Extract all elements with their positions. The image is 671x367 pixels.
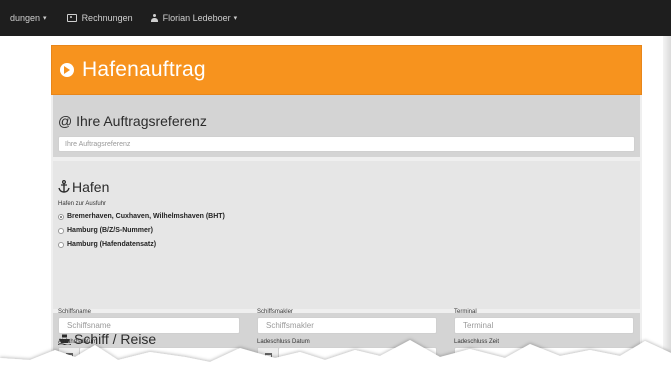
- page-shadow: [663, 36, 671, 367]
- abfahrtsdatum-label: Abfahrtsdatum: [58, 339, 98, 345]
- section-title-text: Hafen: [72, 179, 110, 195]
- anchor-icon: [58, 180, 70, 193]
- nav-item-label: Rechnungen: [81, 13, 133, 23]
- radio-button[interactable]: [58, 227, 64, 234]
- radio-option-hamburg-bzs[interactable]: Hamburg (B/Z/S-Nummer): [58, 227, 153, 234]
- chevron-down-icon: ▾: [233, 15, 238, 22]
- hafen-section: Hafen Hafen zur Ausfuhr Bremerhaven, Cux…: [53, 161, 640, 309]
- radio-option-bht[interactable]: Bremerhaven, Cuxhaven, Wilhelmshaven (BH…: [58, 213, 225, 220]
- page-title: Hafenauftrag: [82, 58, 206, 81]
- user-icon: [150, 14, 158, 22]
- calendar-addon[interactable]: [58, 347, 80, 364]
- arrow-circle-right-icon: [60, 63, 74, 77]
- radio-label: Bremerhaven, Cuxhaven, Wilhelmshaven (BH…: [67, 213, 225, 220]
- terminal-label: Terminal: [454, 309, 477, 315]
- ladeschluss-zeit-label: Ladeschluss Zeit: [454, 339, 500, 345]
- nav-item-user-menu[interactable]: Florian Ledeboer ▾: [150, 13, 238, 23]
- panel-header: Hafenauftrag: [51, 45, 642, 95]
- reference-input[interactable]: Ihre Auftragsreferenz: [58, 136, 635, 152]
- credit-card-icon: [66, 14, 77, 22]
- hafen-sublabel: Hafen zur Ausfuhr: [58, 201, 107, 207]
- section-title: Hafen: [58, 179, 109, 195]
- ladeschluss-datum-input[interactable]: [278, 347, 437, 364]
- radio-option-hamburg-hafendatensatz[interactable]: Hamburg (Hafendatensatz): [58, 241, 156, 248]
- nav-item-sendungen[interactable]: dungen ▾: [10, 13, 47, 23]
- calendar-icon: [264, 352, 272, 359]
- reference-section: @ Ihre Auftragsreferenz Ihre Auftragsref…: [53, 95, 640, 157]
- schiffsmakler-input[interactable]: Schiffsmakler: [257, 317, 437, 334]
- schiffsmakler-label: Schiffsmakler: [257, 309, 293, 315]
- radio-label: Hamburg (Hafendatensatz): [67, 241, 157, 248]
- nav-item-rechnungen[interactable]: Rechnungen: [66, 13, 133, 23]
- nav-item-label: dungen: [10, 13, 41, 23]
- schiffsname-input[interactable]: Schiffsname: [58, 317, 240, 334]
- nav-item-label: Florian Ledeboer: [162, 13, 231, 23]
- section-title: @ Ihre Auftragsreferenz: [58, 113, 207, 129]
- schiffsname-label: Schiffsname: [58, 309, 91, 315]
- chevron-down-icon: ▾: [43, 15, 47, 22]
- calendar-addon[interactable]: [257, 347, 279, 364]
- calendar-icon: [65, 352, 73, 359]
- abfahrtsdatum-input[interactable]: [79, 347, 240, 364]
- time-value: 0:00: [463, 352, 477, 359]
- radio-label: Hamburg (B/Z/S-Nummer): [67, 227, 153, 234]
- top-navbar: dungen ▾ Rechnungen Florian Ledeboer ▾: [0, 0, 671, 36]
- ladeschluss-datum-label: Ladeschluss Datum: [257, 339, 310, 345]
- radio-button[interactable]: [58, 213, 64, 220]
- radio-button[interactable]: [58, 241, 64, 248]
- ladeschluss-zeit-input[interactable]: 0:00: [454, 347, 634, 364]
- terminal-input[interactable]: Terminal: [454, 317, 634, 334]
